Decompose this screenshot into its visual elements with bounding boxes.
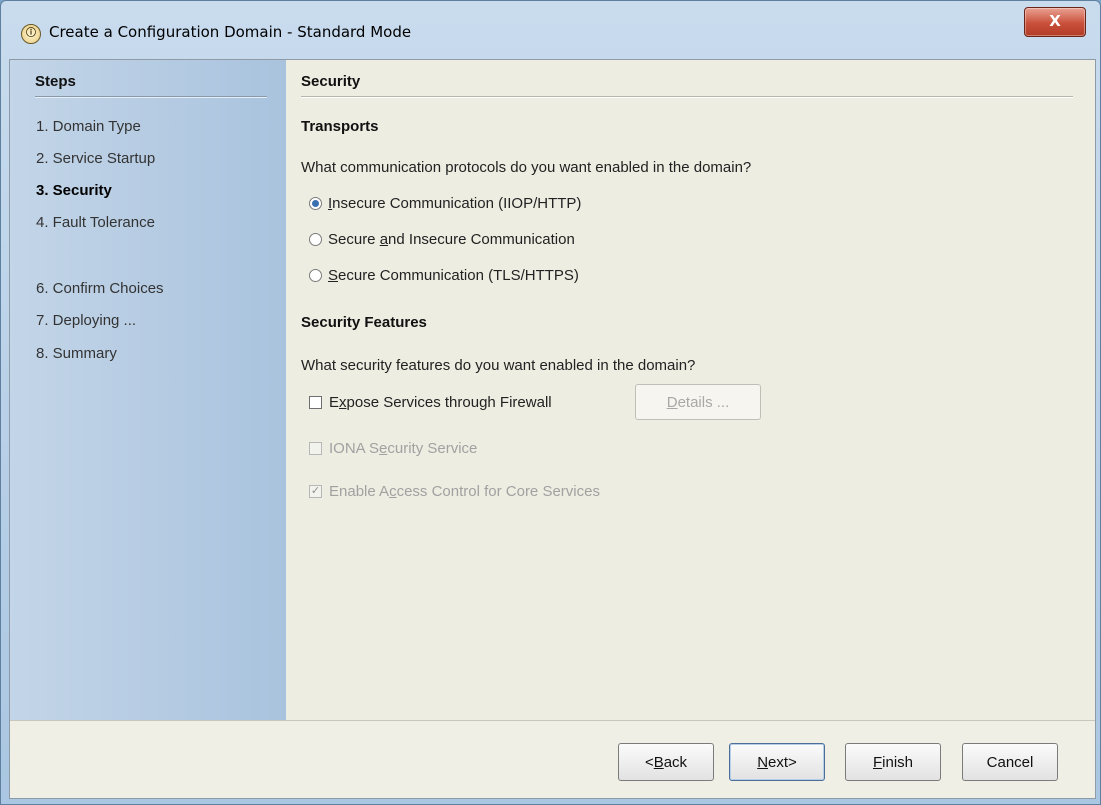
radio-secure-and-insecure[interactable]: Secure and Insecure Communication: [309, 229, 575, 249]
security-features-heading: Security Features: [301, 314, 427, 331]
window-title: Create a Configuration Domain - Standard…: [49, 23, 412, 41]
cancel-button[interactable]: Cancel: [962, 743, 1058, 781]
security-page: Security Transports What communication p…: [286, 60, 1095, 720]
option-label: Secure Communication (TLS/HTTPS): [328, 266, 579, 284]
option-label: Enable Access Control for Core Services: [329, 482, 600, 500]
step-confirm-choices: 6. Confirm Choices: [36, 280, 164, 297]
step-summary: 8. Summary: [36, 345, 117, 362]
radio-unselected-icon[interactable]: [309, 268, 322, 282]
radio-secure-communication[interactable]: Secure Communication (TLS/HTTPS): [309, 265, 579, 285]
next-button[interactable]: Next>: [729, 743, 825, 781]
step-fault-tolerance: 4. Fault Tolerance: [36, 214, 155, 231]
option-label: Expose Services through Firewall: [329, 393, 552, 411]
transports-question: What communication protocols do you want…: [301, 159, 752, 176]
option-label: IONA Security Service: [329, 439, 478, 457]
page-title: Security: [301, 73, 361, 90]
radio-selected-icon[interactable]: [309, 196, 322, 210]
title-bar[interactable]: ⓘ Create a Configuration Domain - Standa…: [1, 1, 1100, 59]
close-button[interactable]: X: [1024, 7, 1086, 37]
checkbox-enable-access-control[interactable]: ✓ Enable Access Control for Core Service…: [309, 481, 600, 501]
checkbox-expose-services[interactable]: Expose Services through Firewall: [309, 392, 552, 412]
dialog-window: ⓘ Create a Configuration Domain - Standa…: [0, 0, 1101, 805]
checkbox-unchecked-icon[interactable]: [309, 441, 322, 455]
checkbox-iona-security-service[interactable]: IONA Security Service: [309, 438, 477, 458]
security-features-question: What security features do you want enabl…: [301, 357, 696, 374]
step-service-startup: 2. Service Startup: [36, 150, 156, 167]
step-domain-type: 1. Domain Type: [36, 118, 141, 135]
client-area: Steps 1. Domain Type 2. Service Startup …: [9, 59, 1096, 799]
step-security: 3. Security: [36, 182, 112, 199]
option-label: Secure and Insecure Communication: [328, 230, 575, 248]
title-divider: [301, 96, 1073, 98]
steps-heading: Steps: [35, 73, 76, 90]
details-button[interactable]: Details ...: [635, 384, 761, 420]
finish-button[interactable]: Finish: [845, 743, 941, 781]
app-icon: ⓘ: [21, 24, 41, 44]
step-deploying: 7. Deploying ...: [36, 312, 137, 329]
steps-sidebar: Steps 1. Domain Type 2. Service Startup …: [10, 60, 286, 720]
steps-divider: [35, 96, 267, 98]
footer-divider: [10, 720, 1095, 721]
back-button[interactable]: <Back: [618, 743, 714, 781]
checkbox-unchecked-icon[interactable]: [309, 395, 322, 409]
radio-unselected-icon[interactable]: [309, 232, 322, 246]
radio-insecure-communication[interactable]: Insecure Communication (IIOP/HTTP): [309, 193, 581, 213]
checkbox-checked-icon[interactable]: ✓: [309, 484, 322, 498]
transports-heading: Transports: [301, 118, 379, 135]
option-label: Insecure Communication (IIOP/HTTP): [328, 194, 582, 212]
